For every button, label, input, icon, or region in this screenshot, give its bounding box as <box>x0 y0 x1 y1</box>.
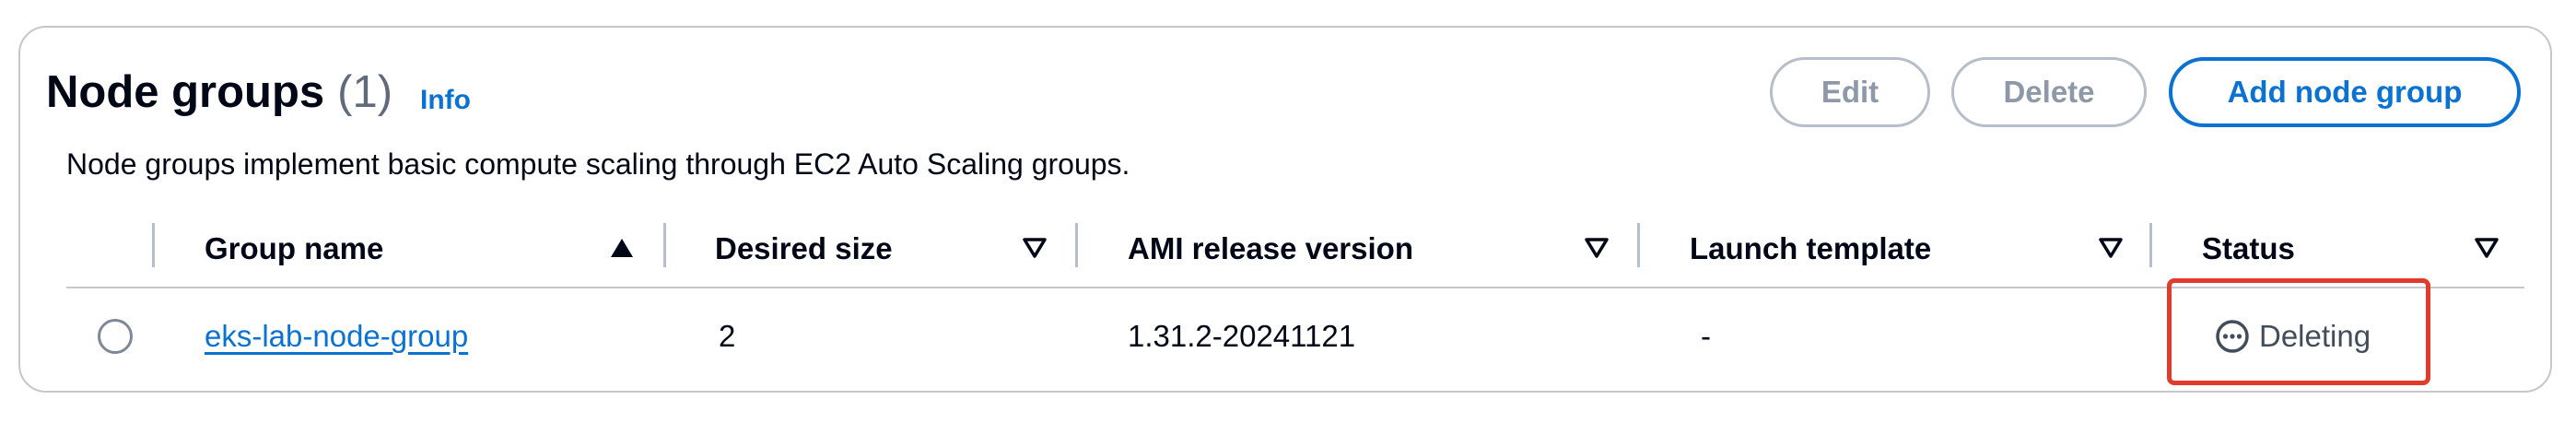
add-node-group-button[interactable]: Add node group <box>2169 57 2521 127</box>
table-row-ami-release-version: 1.31.2-20241121 <box>1128 319 1356 353</box>
title-count: (1) <box>337 67 393 117</box>
column-header-desired-size[interactable]: Desired size <box>715 230 893 267</box>
column-separator <box>1637 223 1640 267</box>
column-header-group-name[interactable]: Group name <box>205 230 383 267</box>
group-name-link[interactable]: eks-lab-node-group <box>205 319 468 353</box>
sort-descending-icon[interactable] <box>1021 234 1048 262</box>
sort-descending-icon[interactable] <box>2473 234 2500 262</box>
column-separator <box>2149 223 2152 267</box>
title-text: Node groups <box>46 67 325 117</box>
column-header-ami-release-version[interactable]: AMI release version <box>1128 230 1413 267</box>
column-separator <box>663 223 666 267</box>
page-title: Node groups (1) <box>46 66 392 118</box>
header-divider <box>66 287 2524 288</box>
row-select-radio[interactable] <box>98 319 133 354</box>
edit-button[interactable]: Edit <box>1770 57 1930 127</box>
column-header-launch-template[interactable]: Launch template <box>1690 230 1931 267</box>
sort-descending-icon[interactable] <box>2097 234 2125 262</box>
table-row-launch-template: - <box>1701 319 1711 353</box>
delete-button[interactable]: Delete <box>1951 57 2147 127</box>
sort-ascending-icon[interactable] <box>608 234 636 262</box>
info-link[interactable]: Info <box>420 85 471 116</box>
sort-descending-icon[interactable] <box>1583 234 1610 262</box>
table-row-group-name[interactable]: eks-lab-node-group <box>205 318 468 355</box>
table-row-desired-size: 2 <box>719 319 736 353</box>
column-header-status[interactable]: Status <box>2202 230 2295 267</box>
column-separator <box>152 223 155 267</box>
section-description: Node groups implement basic compute scal… <box>66 147 1130 181</box>
status-highlight-box <box>2167 278 2430 385</box>
column-separator <box>1075 223 1078 267</box>
